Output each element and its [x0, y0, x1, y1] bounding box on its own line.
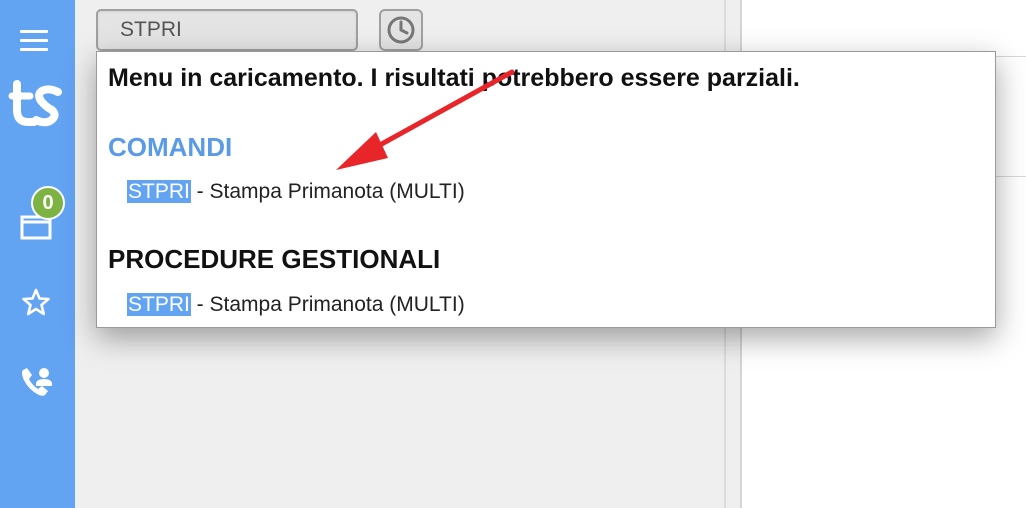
star-icon[interactable]: [18, 284, 54, 320]
history-button[interactable]: [379, 9, 423, 51]
sidebar: 0: [0, 0, 75, 508]
ts-logo-mark: [8, 80, 62, 127]
search-input[interactable]: STPRI: [96, 9, 358, 51]
ts-logo: [8, 76, 64, 132]
result-description: - Stampa Primanota (MULTI): [190, 180, 465, 203]
section-title-procedure: PROCEDURE GESTIONALI: [108, 244, 441, 274]
clock-icon: [387, 16, 415, 44]
result-match-highlight: STPRI: [127, 180, 191, 203]
result-description: - Stampa Primanota (MULTI): [190, 293, 465, 316]
annotation-arrow-icon: [336, 69, 515, 170]
result-item-comandi[interactable]: STPRI - Stampa Primanota (MULTI): [127, 180, 465, 204]
result-match-highlight: STPRI: [127, 293, 191, 316]
notifications-badge[interactable]: 0: [31, 186, 65, 220]
section-title-comandi: COMANDI: [108, 132, 233, 162]
search-results-dropdown: Menu in caricamento. I risultati potrebb…: [96, 51, 996, 328]
phone-user-icon[interactable]: [16, 361, 56, 401]
result-item-procedure[interactable]: STPRI - Stampa Primanota (MULTI): [127, 293, 465, 317]
hamburger-icon[interactable]: [20, 30, 50, 52]
